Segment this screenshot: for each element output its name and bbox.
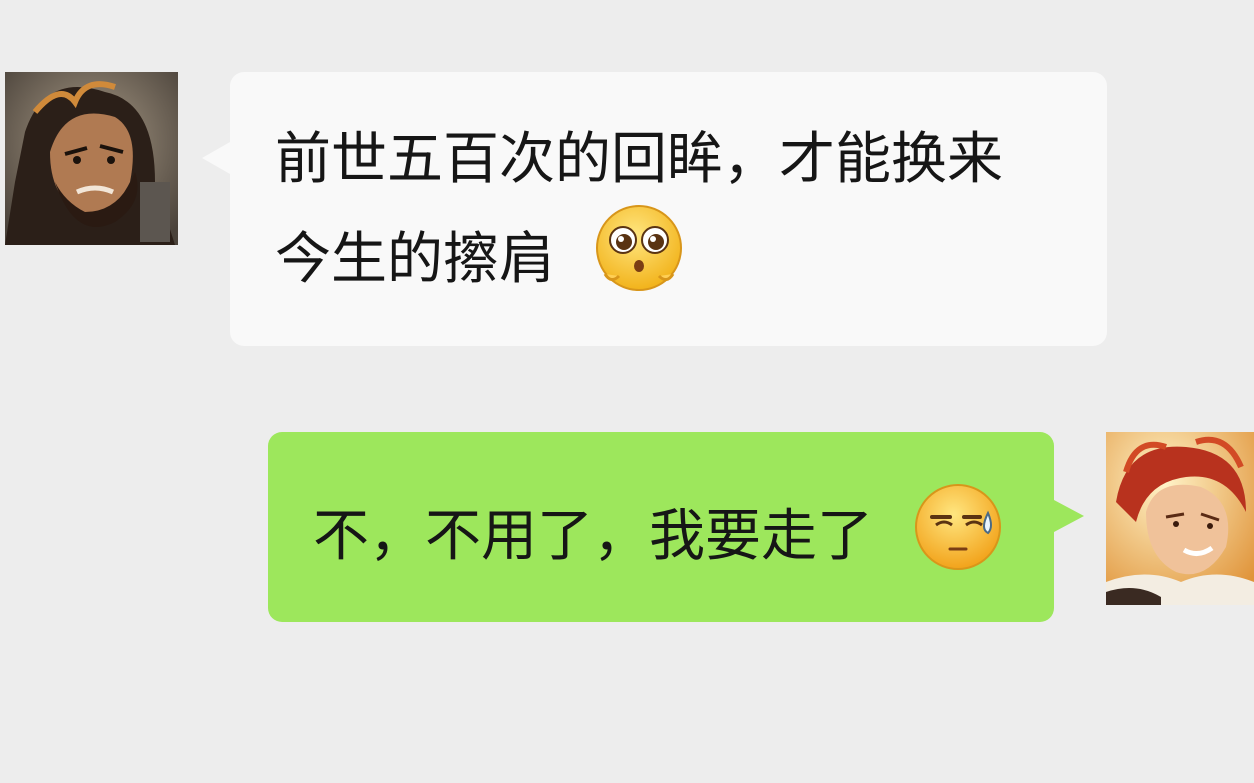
bearded-warrior-avatar-image [5,72,178,245]
contact-avatar[interactable] [5,72,178,245]
incoming-message-bubble[interactable]: 前世五百次的回眸，才能换来 今生的擦肩 [202,72,1107,346]
red-haired-hero-avatar-image [1106,432,1254,605]
incoming-message-line-2: 今生的擦肩 [275,227,555,292]
my-avatar[interactable] [1106,432,1254,605]
awkward-sweat-emoji-icon [914,483,1002,571]
outgoing-message-bubble[interactable]: 不，不用了，我要走了 [268,432,1084,622]
pleading-face-emoji-icon [595,204,683,292]
incoming-message-line-1: 前世五百次的回眸，才能换来 [275,127,1003,192]
outgoing-message-text: 不，不用了，我要走了 [313,504,873,569]
